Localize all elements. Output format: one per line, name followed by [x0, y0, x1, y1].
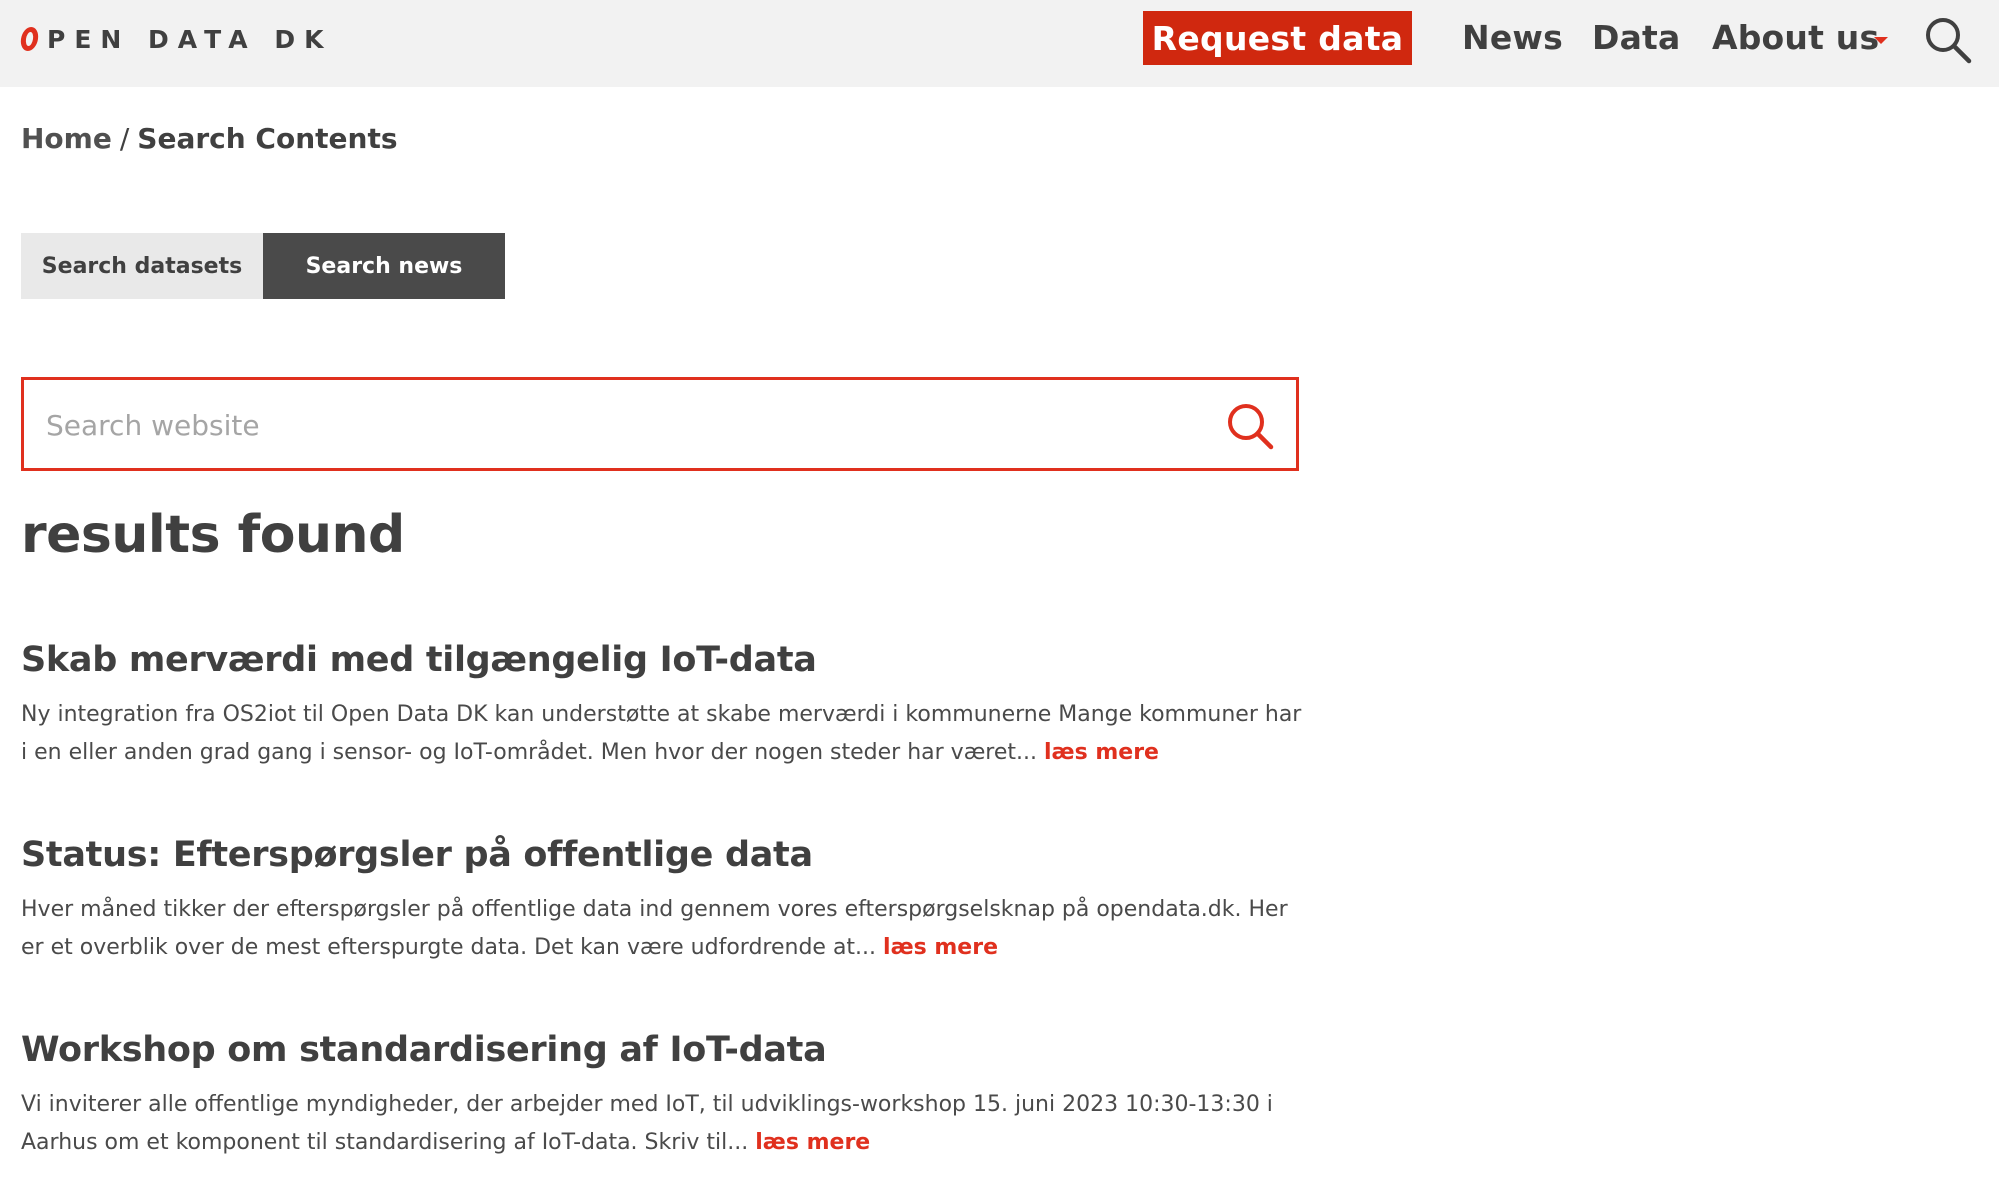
nav-data-link[interactable]: Data [1592, 18, 1681, 58]
news-result-excerpt: Hver måned tikker der efterspørgsler på … [21, 891, 1311, 967]
search-icon [1228, 404, 1274, 450]
breadcrumb-home-link[interactable]: Home [21, 122, 112, 155]
logo-text: PEN DATA DK [47, 24, 333, 54]
news-result-excerpt-text: Hver måned tikker der efterspørgsler på … [21, 897, 1288, 960]
search-icon [1926, 18, 1972, 64]
site-logo[interactable]: PEN DATA DK [19, 24, 333, 54]
read-more-link[interactable]: læs mere [1044, 740, 1159, 765]
tab-search-datasets[interactable]: Search datasets [21, 233, 263, 299]
tab-search-news[interactable]: Search news [263, 233, 505, 299]
nav-about-link[interactable]: About us [1712, 18, 1879, 58]
header-search-button[interactable] [1923, 15, 1973, 65]
search-input[interactable] [46, 400, 1176, 450]
news-result-item: Status: Efterspørgsler på offentlige dat… [21, 835, 1321, 967]
read-more-link[interactable]: læs mere [883, 935, 998, 960]
news-result-title[interactable]: Workshop om standardisering af IoT-data [21, 1030, 1321, 1070]
request-data-button[interactable]: Request data [1143, 11, 1412, 65]
news-result-item: Skab merværdi med tilgængelig IoT-data N… [21, 640, 1321, 772]
news-result-excerpt: Ny integration fra OS2iot til Open Data … [21, 696, 1311, 772]
read-more-link[interactable]: læs mere [755, 1130, 870, 1155]
breadcrumb-separator: / [119, 122, 130, 155]
site-header: PEN DATA DK Request data News Data About… [0, 0, 1999, 87]
news-result-title[interactable]: Status: Efterspørgsler på offentlige dat… [21, 835, 1321, 875]
results-heading: results found [21, 505, 405, 565]
news-result-excerpt-text: Vi inviterer alle offentlige myndigheder… [21, 1092, 1273, 1155]
news-result-excerpt: Vi inviterer alle offentlige myndigheder… [21, 1086, 1311, 1162]
logo-o-icon [19, 27, 40, 51]
news-result-item: Workshop om standardisering af IoT-data … [21, 1030, 1321, 1162]
search-submit-button[interactable] [1224, 400, 1276, 452]
caret-down-icon[interactable] [1874, 37, 1888, 44]
search-form [21, 377, 1299, 471]
nav-news-link[interactable]: News [1462, 18, 1563, 58]
breadcrumb: Home / Search Contents [21, 122, 398, 155]
news-result-title[interactable]: Skab merværdi med tilgængelig IoT-data [21, 640, 1321, 680]
breadcrumb-current: Search Contents [137, 122, 398, 155]
